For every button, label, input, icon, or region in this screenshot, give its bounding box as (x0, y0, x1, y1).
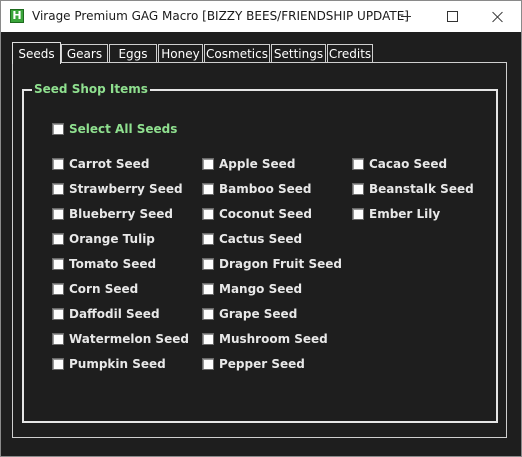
checkbox-box[interactable] (202, 308, 214, 320)
window-title: Virage Premium GAG Macro [BIZZY BEES/FRI… (32, 9, 409, 23)
checkbox-box[interactable] (202, 233, 214, 245)
checkbox-label: Carrot Seed (69, 157, 150, 171)
seed-checkbox[interactable]: Ember Lily (352, 207, 440, 221)
checkbox-box[interactable] (52, 183, 64, 195)
close-button[interactable] (475, 1, 521, 32)
checkbox-label: Select All Seeds (69, 122, 178, 136)
checkbox-box[interactable] (52, 358, 64, 370)
seed-checkbox[interactable]: Daffodil Seed (52, 307, 160, 321)
checkbox-label: Pumpkin Seed (69, 357, 166, 371)
checkbox-label: Mango Seed (219, 282, 303, 296)
seed-checkbox[interactable]: Mushroom Seed (202, 332, 328, 346)
seed-checkbox[interactable]: Tomato Seed (52, 257, 156, 271)
seed-checkbox[interactable]: Pumpkin Seed (52, 357, 166, 371)
checkbox-box[interactable] (52, 233, 64, 245)
checkbox-box[interactable] (52, 123, 64, 135)
seed-checkbox[interactable]: Cactus Seed (202, 232, 302, 246)
close-icon (492, 11, 504, 23)
checkbox-label: Dragon Fruit Seed (219, 257, 342, 271)
checkbox-box[interactable] (52, 158, 64, 170)
checkbox-box[interactable] (202, 258, 214, 270)
checkbox-label: Tomato Seed (69, 257, 157, 271)
checkbox-box[interactable] (52, 258, 64, 270)
checkbox-label: Corn Seed (69, 282, 139, 296)
checkbox-label: Daffodil Seed (69, 307, 160, 321)
maximize-icon (446, 11, 458, 22)
seed-checkbox[interactable]: Grape Seed (202, 307, 297, 321)
checkbox-label: Ember Lily (369, 207, 441, 221)
minimize-button[interactable] (383, 1, 429, 32)
seed-checkbox[interactable]: Mango Seed (202, 282, 302, 296)
seed-checkbox[interactable]: Cacao Seed (352, 157, 447, 171)
checkbox-box[interactable] (352, 208, 364, 220)
maximize-button[interactable] (429, 1, 475, 32)
checkbox-box[interactable] (202, 183, 214, 195)
seed-checkbox[interactable]: Corn Seed (52, 282, 138, 296)
checkbox-label: Watermelon Seed (69, 332, 189, 346)
checkbox-label: Bamboo Seed (219, 182, 312, 196)
checkbox-label: Beanstalk Seed (369, 182, 474, 196)
checkbox-box[interactable] (202, 158, 214, 170)
checkbox-label: Cactus Seed (219, 232, 303, 246)
groupbox-title: Seed Shop Items (32, 82, 150, 96)
checkbox-box[interactable] (202, 208, 214, 220)
checkbox-box[interactable] (202, 358, 214, 370)
seed-shop-groupbox (22, 89, 498, 423)
select-all-seeds-checkbox[interactable]: Select All Seeds (52, 122, 177, 136)
tab-honey[interactable]: Honey (158, 44, 203, 62)
checkbox-box[interactable] (52, 308, 64, 320)
seed-checkbox[interactable]: Pepper Seed (202, 357, 305, 371)
seed-checkbox[interactable]: Orange Tulip (52, 232, 155, 246)
app-icon: H (10, 9, 24, 23)
checkbox-box[interactable] (52, 208, 64, 220)
seed-checkbox[interactable]: Coconut Seed (202, 207, 312, 221)
seed-checkbox[interactable]: Strawberry Seed (52, 182, 183, 196)
tab-gears[interactable]: Gears (61, 44, 108, 62)
checkbox-box[interactable] (202, 333, 214, 345)
checkbox-label: Grape Seed (219, 307, 298, 321)
checkbox-box[interactable] (352, 183, 364, 195)
checkbox-box[interactable] (52, 283, 64, 295)
checkbox-label: Apple Seed (219, 157, 296, 171)
seed-checkbox[interactable]: Beanstalk Seed (352, 182, 474, 196)
tab-eggs[interactable]: Eggs (109, 44, 157, 62)
seed-checkbox[interactable]: Apple Seed (202, 157, 295, 171)
checkbox-box[interactable] (202, 283, 214, 295)
seed-checkbox[interactable]: Carrot Seed (52, 157, 149, 171)
seed-checkbox[interactable]: Blueberry Seed (52, 207, 173, 221)
checkbox-box[interactable] (52, 333, 64, 345)
tab-settings[interactable]: Settings (271, 44, 326, 62)
tab-seeds[interactable]: Seeds (12, 42, 61, 64)
tab-cosmetics[interactable]: Cosmetics (204, 44, 270, 62)
checkbox-label: Strawberry Seed (69, 182, 183, 196)
checkbox-label: Pepper Seed (219, 357, 305, 371)
minimize-icon (401, 16, 411, 17)
checkbox-label: Blueberry Seed (69, 207, 174, 221)
title-bar[interactable]: H Virage Premium GAG Macro [BIZZY BEES/F… (1, 1, 521, 32)
checkbox-label: Mushroom Seed (219, 332, 328, 346)
tab-credits[interactable]: Credits (327, 44, 373, 62)
checkbox-label: Orange Tulip (69, 232, 155, 246)
seed-checkbox[interactable]: Bamboo Seed (202, 182, 312, 196)
checkbox-label: Coconut Seed (219, 207, 312, 221)
seed-checkbox[interactable]: Watermelon Seed (52, 332, 189, 346)
seed-checkbox[interactable]: Dragon Fruit Seed (202, 257, 342, 271)
checkbox-label: Cacao Seed (369, 157, 448, 171)
checkbox-box[interactable] (352, 158, 364, 170)
